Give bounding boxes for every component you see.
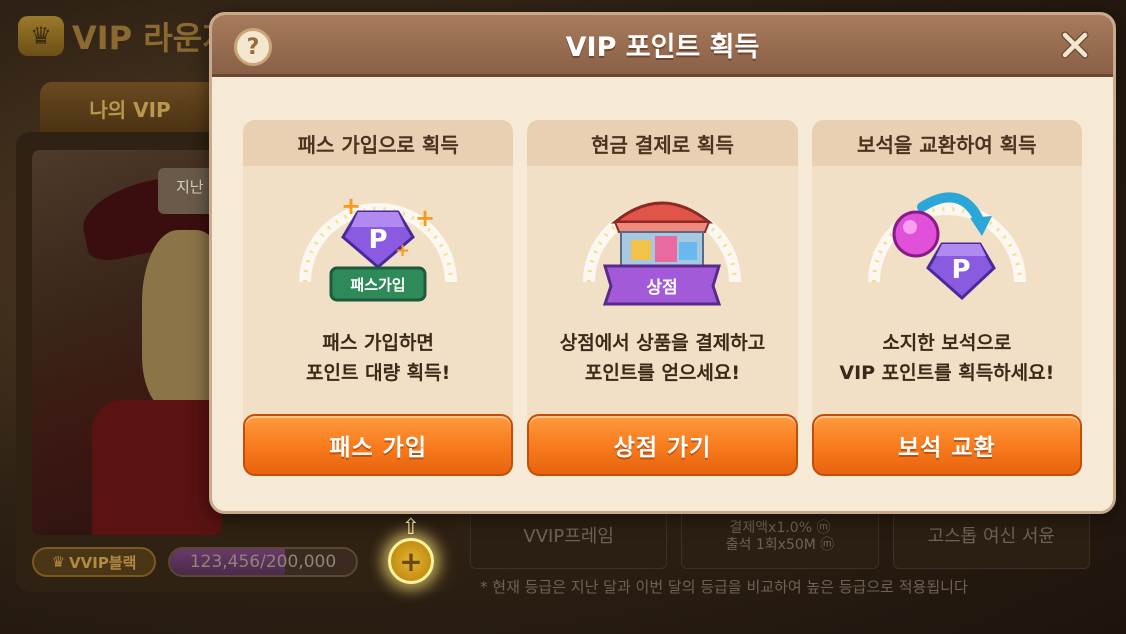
add-points-button[interactable]: +	[388, 538, 434, 584]
benefit-reward: 결제액x1.0% ⓜ 출석 1회x50M ⓜ	[681, 505, 879, 569]
close-button[interactable]	[1057, 27, 1093, 63]
grade-badge: ♛ VVIP블랙	[32, 547, 156, 577]
card-shop: 현금 결제로 획득 상점 상점에서 상품을 결제하고 포인트를 얻으세요! 상점…	[527, 120, 798, 476]
benefit-character-label: 고스톱 여신 서윤	[927, 526, 1055, 548]
card-pass-desc-line2: 포인트 대량 획득!	[306, 362, 451, 384]
pass-join-button[interactable]: 패스 가입	[243, 414, 514, 476]
help-button[interactable]: ?	[234, 28, 272, 66]
arrow-up-icon: ⇧	[401, 515, 421, 540]
pass-icon: P + + + 패스가입	[293, 182, 463, 312]
card-gem-desc-line1: 소지한 보석으로	[882, 332, 1012, 354]
acquisition-options: 패스 가입으로 획득 P + + + 패스가입 패스 가입하면 포인트 대량 획	[243, 120, 1082, 476]
card-pass-description: 패스 가입하면 포인트 대량 획득!	[243, 328, 513, 388]
character-dress	[92, 400, 222, 535]
question-icon: ?	[246, 34, 260, 60]
pass-p-glyph: P	[369, 225, 388, 255]
svg-text:+: +	[395, 240, 410, 261]
close-icon	[1061, 31, 1089, 59]
card-pass-header: 패스 가입으로 획득	[243, 120, 514, 166]
card-gem-desc-line2: VIP 포인트를 획득하세요!	[839, 362, 1055, 384]
card-shop-desc-line1: 상점에서 상품을 결제하고	[559, 332, 766, 354]
lounge-header: ♛ VIP 라운지	[18, 12, 232, 60]
card-gem-description: 소지한 보석으로 VIP 포인트를 획득하세요!	[812, 328, 1082, 388]
card-pass-desc-line1: 패스 가입하면	[322, 332, 434, 354]
card-shop-desc-line2: 포인트를 얻으세요!	[584, 362, 741, 384]
previous-grade-tooltip-text: 지난	[176, 178, 204, 196]
card-gem-exchange: 보석을 교환하여 획득 P 소지한 보석으로 VIP 포인트를 획득하세요! 보…	[811, 120, 1082, 476]
card-shop-description: 상점에서 상품을 결제하고 포인트를 얻으세요!	[527, 328, 797, 388]
grade-footnote: * 현재 등급은 지난 달과 이번 달의 등급을 비교하여 높은 등급으로 적용…	[480, 578, 968, 596]
tab-my-vip[interactable]: 나의 VIP	[40, 82, 220, 134]
grade-progress-bar: 123,456/200,000	[168, 547, 358, 577]
gem-exchange-button[interactable]: 보석 교환	[811, 414, 1082, 476]
gem-p-glyph: P	[951, 255, 970, 285]
lounge-title: VIP 라운지	[72, 19, 232, 57]
svg-text:+: +	[341, 192, 361, 220]
modal-title: VIP 포인트 획득	[565, 32, 760, 63]
crown-small-icon: ♛	[51, 553, 66, 571]
benefit-reward-line2: 출석 1회x50M ⓜ	[725, 537, 835, 553]
benefit-character: 고스톱 여신 서윤	[892, 505, 1090, 569]
grade-progress-text: 123,456/200,000	[189, 552, 337, 572]
benefit-frame-label: VVIP프레임	[523, 526, 614, 548]
modal-header: ? VIP 포인트 획득	[212, 15, 1113, 77]
card-pass: 패스 가입으로 획득 P + + + 패스가입 패스 가입하면 포인트 대량 획	[243, 120, 514, 476]
plus-icon: +	[399, 544, 423, 578]
shop-badge-label: 상점	[647, 278, 678, 298]
card-shop-header: 현금 결제로 획득	[527, 120, 798, 166]
grade-badge-label: VVIP블랙	[69, 553, 137, 572]
svg-text:+: +	[415, 204, 435, 232]
benefit-frame: VVIP프레임	[470, 505, 668, 569]
tab-my-vip-label: 나의 VIP	[89, 97, 171, 122]
gem-exchange-icon: P	[862, 182, 1032, 312]
go-to-shop-button[interactable]: 상점 가기	[527, 414, 798, 476]
benefits-row: VVIP프레임 결제액x1.0% ⓜ 출석 1회x50M ⓜ 고스톱 여신 서윤	[470, 505, 1090, 569]
pass-badge-label: 패스가입	[351, 276, 406, 294]
benefit-reward-line1: 결제액x1.0% ⓜ	[729, 520, 831, 537]
vip-point-modal: ? VIP 포인트 획득 패스 가입으로 획득 P + + + 패스가입 패스 …	[209, 12, 1116, 514]
crown-icon: ♛	[18, 16, 64, 56]
card-gem-header: 보석을 교환하여 획득	[811, 120, 1082, 166]
shop-icon: 상점	[577, 182, 747, 312]
